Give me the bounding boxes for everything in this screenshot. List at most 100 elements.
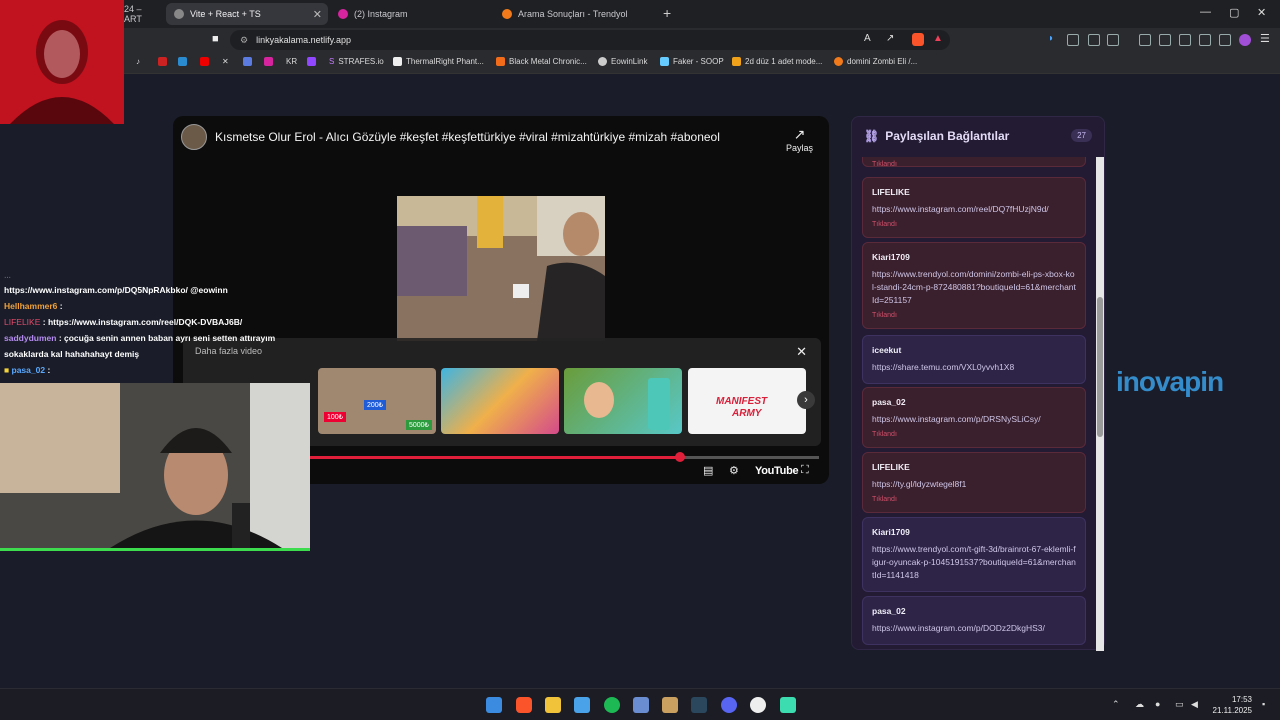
bookmark-blue-icon[interactable] xyxy=(243,57,252,66)
bookmark-domini[interactable]: domini Zombi Eli /... xyxy=(834,57,917,66)
game-icon[interactable] xyxy=(750,697,766,713)
address-bar[interactable]: ⚙ linkyakalama.netlify.app xyxy=(230,30,950,50)
spotify-icon[interactable] xyxy=(604,697,620,713)
bookmark-kr[interactable]: KR xyxy=(286,57,297,66)
bookmark-eowinlink[interactable]: EowinLink xyxy=(598,57,647,66)
tool-icon[interactable] xyxy=(662,697,678,713)
mic-icon[interactable]: ● xyxy=(1155,699,1160,709)
notification-icon[interactable]: ▪ xyxy=(1262,699,1265,709)
bookmark-faker[interactable]: Faker - SOOP xyxy=(660,57,724,66)
link-url[interactable]: https://www.trendyol.com/domini/zombi-el… xyxy=(872,268,1076,307)
captions-icon[interactable]: ▤ xyxy=(703,464,713,477)
tab-instagram[interactable]: (2) Instagram xyxy=(330,3,490,25)
progress-handle[interactable] xyxy=(674,452,685,462)
bookmark-red-icon[interactable] xyxy=(158,57,167,66)
twitch-icon[interactable] xyxy=(307,57,316,66)
bookmark-icon[interactable]: ■ xyxy=(212,33,219,45)
tray-expand-icon[interactable]: ⌃ xyxy=(1112,699,1120,710)
link-card[interactable]: iceekut https://share.temu.com/VXL0yvvh1… xyxy=(862,335,1086,384)
links-scrollbar[interactable] xyxy=(1096,157,1104,651)
wallet-icon[interactable] xyxy=(1179,34,1191,46)
link-card[interactable]: LIFELIKE https://ty.gl/ldyzwtegel8f1 Tık… xyxy=(862,452,1086,513)
link-url[interactable]: https://ty.gl/ldyzwtegel8f1 xyxy=(872,478,1076,491)
profile-icon[interactable] xyxy=(1239,34,1251,46)
link-card[interactable]: Kiari1709 https://www.trendyol.com/t-gif… xyxy=(862,517,1086,592)
link-card[interactable]: Tıklandı xyxy=(862,157,1086,168)
tab-vite[interactable]: Vite + React + TS ✕ xyxy=(166,3,328,25)
youtube-icon[interactable] xyxy=(200,57,209,66)
screenshot-icon[interactable] xyxy=(1107,34,1119,46)
link-card[interactable]: LIFELIKE https://www.instagram.com/reel/… xyxy=(862,177,1086,238)
progress-bar[interactable] xyxy=(303,452,819,462)
thumb-title: MANIFEST xyxy=(716,396,768,407)
brave-taskbar-icon[interactable] xyxy=(516,697,532,713)
clock[interactable]: 17:53 21.11.2025 xyxy=(1213,694,1252,716)
taskbar: ⌃ ☁ ● ▭ ◀ 17:53 21.11.2025 ▪ xyxy=(0,688,1280,720)
related-video-thumb[interactable]: 100₺ 200₺ 5000₺ xyxy=(318,368,436,434)
next-videos-button[interactable]: › xyxy=(797,391,815,409)
music-icon[interactable] xyxy=(1139,34,1151,46)
steam-icon[interactable] xyxy=(691,697,707,713)
link-card[interactable]: Kiari1709 https://www.trendyol.com/domin… xyxy=(862,242,1086,329)
bookmark-thermalright[interactable]: ThermalRight Phant... xyxy=(393,57,484,66)
extension-icon[interactable] xyxy=(1067,34,1079,46)
volume-icon[interactable]: ◀ xyxy=(1191,699,1198,710)
link-url[interactable]: https://www.trendyol.com/t-gift-3d/brain… xyxy=(872,543,1076,582)
new-tab-button[interactable]: + xyxy=(663,5,671,21)
channel-avatar[interactable] xyxy=(181,124,207,150)
ai-icon[interactable] xyxy=(1199,34,1211,46)
site-info-icon[interactable]: ⚙ xyxy=(240,35,248,46)
instagram-bookmark-icon[interactable] xyxy=(264,57,273,66)
video-title[interactable]: Kısmetse Olur Erol - Alıcı Gözüyle #keşf… xyxy=(215,130,720,144)
settings-icon[interactable]: ⚙ xyxy=(729,464,739,477)
chat-line: saddydumen : çocuğa senin annen baban ay… xyxy=(0,330,310,346)
chat-app-icon[interactable] xyxy=(780,697,796,713)
bookmark-strafes[interactable]: S STRAFES.io xyxy=(329,57,384,66)
puzzle-icon[interactable] xyxy=(1088,34,1100,46)
display-icon[interactable]: ▭ xyxy=(1175,699,1184,710)
translate-icon[interactable]: A xyxy=(864,33,871,44)
share-icon[interactable]: ↗ xyxy=(886,33,894,44)
photos-icon[interactable] xyxy=(574,697,590,713)
link-url[interactable]: https://share.temu.com/VXL0yvvh1X8 xyxy=(872,361,1076,374)
app-icon[interactable] xyxy=(633,697,649,713)
x-icon[interactable]: ✕ xyxy=(222,57,229,66)
bookmark-2d[interactable]: 2d düz 1 adet mode... xyxy=(732,57,822,66)
link-user: LIFELIKE xyxy=(872,462,910,472)
rewards-icon[interactable]: ▲ xyxy=(933,33,943,44)
links-list[interactable]: Tıklandı LIFELIKE https://www.instagram.… xyxy=(862,157,1098,647)
start-icon[interactable] xyxy=(486,697,502,713)
bookmark-blackmetal[interactable]: Black Metal Chronic... xyxy=(496,57,587,66)
menu-icon[interactable]: ☰ xyxy=(1260,32,1270,45)
close-tab-icon[interactable]: ✕ xyxy=(313,8,322,21)
discord-icon[interactable] xyxy=(721,697,737,713)
tab-trendyol[interactable]: Arama Sonuçları - Trendyol xyxy=(494,3,659,25)
audio-icon[interactable]: ◗ xyxy=(1048,33,1054,44)
related-video-thumb[interactable] xyxy=(564,368,682,434)
link-url[interactable]: https://www.instagram.com/p/DODz2DkgHS3/ xyxy=(872,622,1076,635)
link-card[interactable]: pasa_02 https://www.instagram.com/p/DODz… xyxy=(862,596,1086,645)
vpn-icon[interactable] xyxy=(1219,34,1231,46)
video-frame[interactable] xyxy=(397,196,605,341)
bookmark-l-icon[interactable] xyxy=(178,57,187,66)
link-url[interactable]: https://www.instagram.com/reel/DQ7fHUzjN… xyxy=(872,203,1076,216)
bookmark-label: ThermalRight Phant... xyxy=(406,57,484,66)
close-window-button[interactable]: ✕ xyxy=(1257,6,1266,19)
link-url[interactable]: https://www.instagram.com/p/DRSNySLiCsy/ xyxy=(872,413,1076,426)
explorer-icon[interactable] xyxy=(545,697,561,713)
link-card[interactable]: pasa_02 https://www.instagram.com/p/DRSN… xyxy=(862,387,1086,448)
sidebar-icon[interactable] xyxy=(1159,34,1171,46)
scroll-thumb[interactable] xyxy=(1097,297,1103,437)
close-more-icon[interactable]: ✕ xyxy=(796,344,807,360)
maximize-button[interactable]: ▢ xyxy=(1229,6,1239,19)
fullscreen-icon[interactable]: ⛶ xyxy=(801,464,809,477)
network-tray-icon[interactable]: ☁ xyxy=(1135,699,1144,710)
share-button[interactable]: ↗ Paylaş xyxy=(786,126,813,153)
youtube-logo[interactable]: YouTube xyxy=(755,465,799,477)
brave-shield-icon[interactable] xyxy=(912,33,924,46)
bookmark-label: STRAFES.io xyxy=(338,57,384,66)
related-video-thumb[interactable]: MANIFEST ARMY xyxy=(688,368,806,434)
related-video-thumb[interactable] xyxy=(441,368,559,434)
tiktok-icon[interactable]: ♪ xyxy=(136,57,140,66)
minimize-button[interactable]: — xyxy=(1200,6,1211,18)
